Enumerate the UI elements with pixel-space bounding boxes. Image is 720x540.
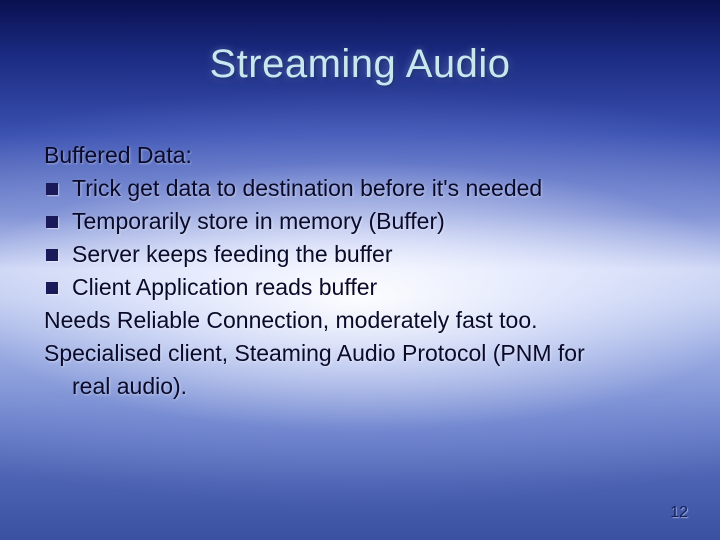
bullet-text: Server keeps feeding the buffer: [72, 239, 676, 270]
square-bullet-icon: [46, 249, 58, 261]
bullet-item: Trick get data to destination before it'…: [44, 173, 676, 204]
outro-text-2-line1: Specialised client, Steaming Audio Proto…: [44, 338, 676, 369]
slide-title: Streaming Audio: [0, 42, 720, 87]
bullet-item: Temporarily store in memory (Buffer): [44, 206, 676, 237]
slide-body: Buffered Data: Trick get data to destina…: [44, 140, 676, 404]
intro-text: Buffered Data:: [44, 140, 676, 171]
outro-text-2-line2: real audio).: [44, 371, 676, 402]
square-bullet-icon: [46, 216, 58, 228]
bullet-text: Temporarily store in memory (Buffer): [72, 206, 676, 237]
square-bullet-icon: [46, 282, 58, 294]
bullet-text: Trick get data to destination before it'…: [72, 173, 676, 204]
bullet-text: Client Application reads buffer: [72, 272, 676, 303]
bullet-item: Server keeps feeding the buffer: [44, 239, 676, 270]
page-number: 12: [670, 504, 688, 522]
bullet-item: Client Application reads buffer: [44, 272, 676, 303]
outro-text-1: Needs Reliable Connection, moderately fa…: [44, 305, 676, 336]
slide: Streaming Audio Buffered Data: Trick get…: [0, 0, 720, 540]
square-bullet-icon: [46, 183, 58, 195]
